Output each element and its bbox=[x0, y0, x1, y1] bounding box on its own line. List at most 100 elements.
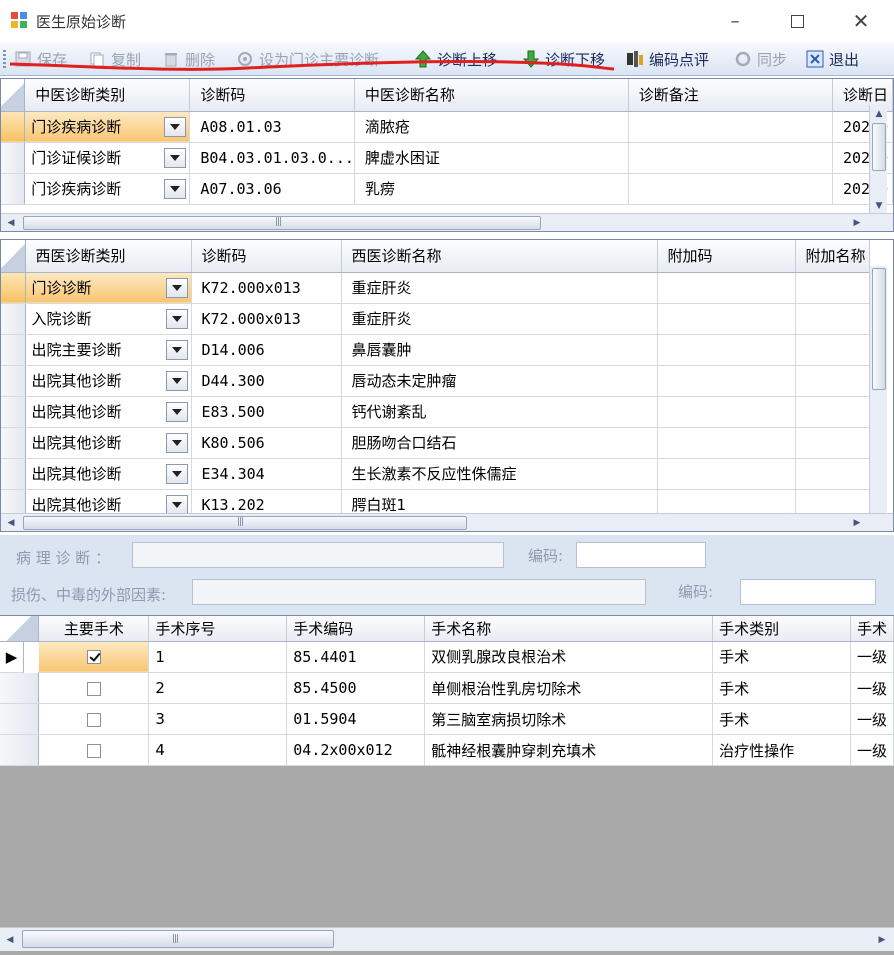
delete-button[interactable]: 删除 bbox=[162, 47, 215, 71]
diagnosis-remark-cell[interactable] bbox=[628, 111, 834, 143]
row-header[interactable] bbox=[0, 703, 40, 735]
surgery-level-cell[interactable]: 一级 bbox=[850, 703, 894, 735]
scroll-up-icon[interactable]: ▲ bbox=[870, 105, 888, 123]
tcm-category-combo[interactable]: 门诊疾病诊断 bbox=[24, 173, 191, 205]
diagnosis-name-cell[interactable]: 滴脓疮 bbox=[354, 111, 629, 143]
scroll-left-icon[interactable]: ◀ bbox=[0, 928, 20, 952]
row-header[interactable] bbox=[1, 173, 26, 205]
diagnosis-code-cell[interactable]: E34.304 bbox=[191, 458, 342, 490]
surgery-type-cell[interactable]: 治疗性操作 bbox=[712, 734, 851, 766]
scroll-right-icon[interactable]: ▶ bbox=[847, 214, 867, 231]
extra-name-cell[interactable] bbox=[795, 303, 870, 335]
scroll-thumb[interactable] bbox=[872, 123, 886, 171]
tcm-vertical-scrollbar[interactable]: ▲ ▼ bbox=[869, 105, 887, 215]
scroll-left-icon[interactable]: ◀ bbox=[1, 514, 21, 531]
external-cause-input[interactable] bbox=[192, 579, 646, 605]
dropdown-arrow-icon[interactable] bbox=[165, 494, 188, 515]
set-main-diagnosis-button[interactable]: 设为门诊主要诊断 bbox=[236, 47, 379, 71]
extra-name-cell[interactable] bbox=[795, 396, 870, 428]
diagnosis-code-cell[interactable]: A07.03.06 bbox=[189, 173, 355, 205]
table-row[interactable]: 门诊疾病诊断 A08.01.03 滴脓疮 20230 bbox=[1, 111, 893, 143]
wm-category-combo[interactable]: 出院主要诊断 bbox=[25, 334, 192, 366]
scroll-thumb[interactable] bbox=[23, 216, 541, 230]
row-header[interactable] bbox=[1, 111, 26, 143]
dropdown-arrow-icon[interactable] bbox=[165, 277, 188, 298]
toolbar-grip[interactable] bbox=[3, 50, 6, 68]
extra-code-cell[interactable] bbox=[657, 303, 796, 335]
code-review-button[interactable]: 编码点评 bbox=[626, 47, 709, 71]
save-button[interactable]: 保存 bbox=[14, 47, 67, 71]
table-row[interactable]: 门诊疾病诊断 A07.03.06 乳痨 20230 bbox=[1, 173, 893, 205]
row-header[interactable] bbox=[0, 734, 40, 766]
dropdown-arrow-icon[interactable] bbox=[164, 147, 187, 168]
row-header[interactable] bbox=[1, 365, 26, 397]
tcm-category-combo[interactable]: 门诊证候诊断 bbox=[24, 142, 191, 174]
close-button[interactable]: ✕ bbox=[830, 0, 892, 42]
surgery-level-cell[interactable]: 一级 bbox=[850, 734, 894, 766]
copy-button[interactable]: 复制 bbox=[88, 47, 141, 71]
table-row[interactable]: 门诊诊断 K72.000x013 重症肝炎 bbox=[1, 272, 870, 304]
dropdown-arrow-icon[interactable] bbox=[165, 370, 188, 391]
grid-corner[interactable] bbox=[1, 240, 26, 273]
diagnosis-remark-cell[interactable] bbox=[628, 173, 834, 205]
dropdown-arrow-icon[interactable] bbox=[165, 401, 188, 422]
column-header[interactable]: 西医诊断名称 bbox=[341, 240, 658, 273]
extra-code-cell[interactable] bbox=[657, 272, 796, 304]
main-surgery-cell[interactable] bbox=[38, 641, 150, 673]
surgery-code-cell[interactable]: 85.4500 bbox=[286, 672, 426, 704]
table-row[interactable]: 门诊证候诊断 B04.03.01.03.0... 脾虚水困证 20230 bbox=[1, 142, 893, 174]
table-row[interactable]: 4 04.2x00x012 骶神经根囊肿穿刺充填术 治疗性操作 一级 bbox=[0, 734, 894, 766]
diagnosis-code-cell[interactable]: K72.000x013 bbox=[191, 303, 342, 335]
surgery-seq-cell[interactable]: 4 bbox=[148, 734, 288, 766]
main-surgery-checkbox[interactable] bbox=[86, 650, 101, 665]
scroll-left-icon[interactable]: ◀ bbox=[1, 214, 21, 231]
table-row[interactable]: 出院其他诊断 E34.304 生长激素不反应性侏儒症 bbox=[1, 458, 870, 490]
tcm-horizontal-scrollbar[interactable]: ◀ ||| ▶ bbox=[1, 213, 893, 231]
diagnosis-name-cell[interactable]: 乳痨 bbox=[354, 173, 629, 205]
diagnosis-remark-cell[interactable] bbox=[628, 142, 834, 174]
main-surgery-checkbox[interactable] bbox=[86, 743, 101, 758]
surgery-type-cell[interactable]: 手术 bbox=[712, 672, 851, 704]
main-surgery-checkbox[interactable] bbox=[86, 681, 101, 696]
wm-category-combo[interactable]: 出院其他诊断 bbox=[25, 427, 192, 459]
dropdown-arrow-icon[interactable] bbox=[165, 463, 188, 484]
diagnosis-code-cell[interactable]: K72.000x013 bbox=[191, 272, 342, 304]
surgery-name-cell[interactable]: 单侧根治性乳房切除术 bbox=[424, 672, 714, 704]
wm-category-combo[interactable]: 门诊诊断 bbox=[25, 272, 192, 304]
surgery-level-cell[interactable]: 一级 bbox=[850, 641, 894, 673]
diagnosis-code-cell[interactable]: K80.506 bbox=[191, 427, 342, 459]
diagnosis-name-cell[interactable]: 生长激素不反应性侏儒症 bbox=[341, 458, 658, 490]
column-header[interactable]: 西医诊断类别 bbox=[25, 240, 192, 273]
surgery-code-cell[interactable]: 85.4401 bbox=[286, 641, 426, 673]
move-down-button[interactable]: 诊断下移 bbox=[522, 47, 605, 71]
maximize-button[interactable] bbox=[766, 0, 828, 42]
row-header[interactable] bbox=[1, 427, 26, 459]
scroll-thumb[interactable] bbox=[23, 516, 467, 530]
tcm-category-combo[interactable]: 门诊疾病诊断 bbox=[24, 111, 191, 143]
column-header[interactable]: 诊断码 bbox=[191, 240, 342, 273]
pathology-input[interactable] bbox=[132, 542, 504, 568]
wm-category-combo[interactable]: 入院诊断 bbox=[25, 303, 192, 335]
surgery-name-cell[interactable]: 骶神经根囊肿穿刺充填术 bbox=[424, 734, 714, 766]
diagnosis-name-cell[interactable]: 唇动态未定肿瘤 bbox=[341, 365, 658, 397]
pathology-code-input[interactable] bbox=[576, 542, 706, 568]
scroll-right-icon[interactable]: ▶ bbox=[872, 928, 892, 952]
scroll-thumb[interactable] bbox=[872, 268, 886, 390]
extra-code-cell[interactable] bbox=[657, 427, 796, 459]
external-code-input[interactable] bbox=[740, 579, 876, 605]
surgery-name-cell[interactable]: 第三脑室病损切除术 bbox=[424, 703, 714, 735]
surgery-type-cell[interactable]: 手术 bbox=[712, 703, 851, 735]
extra-code-cell[interactable] bbox=[657, 396, 796, 428]
table-row[interactable]: 入院诊断 K72.000x013 重症肝炎 bbox=[1, 303, 870, 335]
table-row[interactable]: 出院主要诊断 D14.006 鼻唇囊肿 bbox=[1, 334, 870, 366]
table-row[interactable]: 2 85.4500 单侧根治性乳房切除术 手术 一级 bbox=[0, 672, 894, 704]
column-header[interactable]: 附加名称 bbox=[795, 240, 870, 273]
surgery-type-cell[interactable]: 手术 bbox=[712, 641, 851, 673]
grid-corner[interactable] bbox=[1, 79, 26, 112]
extra-name-cell[interactable] bbox=[795, 427, 870, 459]
row-header[interactable] bbox=[1, 396, 26, 428]
extra-name-cell[interactable] bbox=[795, 458, 870, 490]
table-row[interactable]: ▶ 1 85.4401 双侧乳腺改良根治术 手术 一级 bbox=[0, 641, 894, 673]
dropdown-arrow-icon[interactable] bbox=[164, 116, 187, 137]
main-surgery-cell[interactable] bbox=[38, 672, 150, 704]
